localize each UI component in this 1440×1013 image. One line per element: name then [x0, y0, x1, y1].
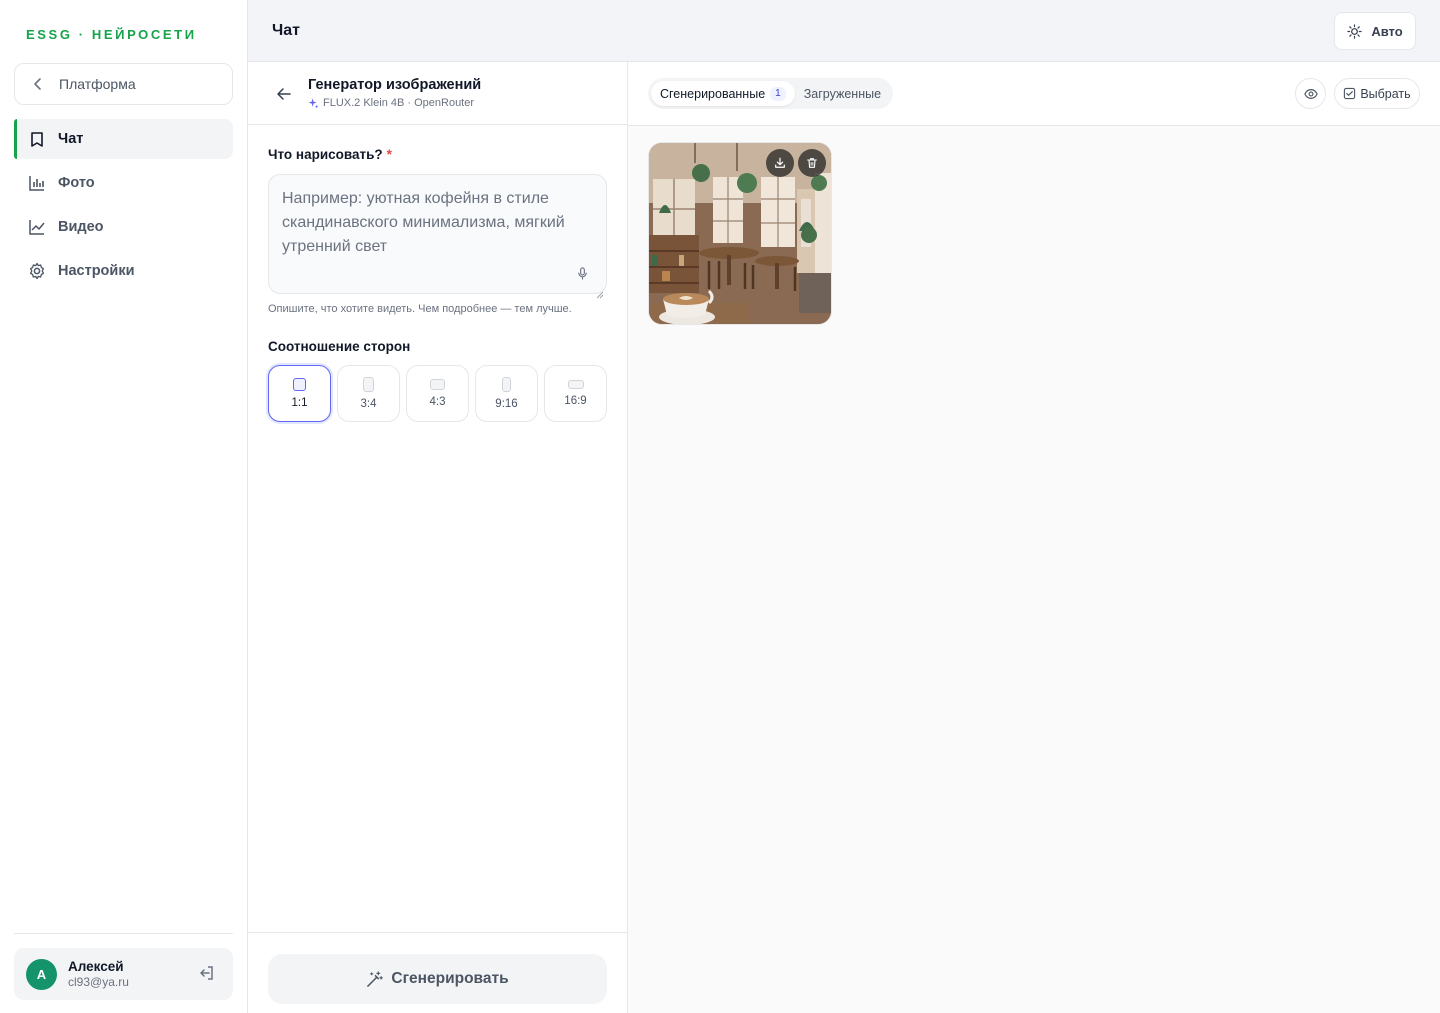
download-button[interactable]: [766, 149, 794, 177]
generate-button-label: Сгенерировать: [391, 970, 509, 987]
gallery-panel: Сгенерированные 1 Загруженные Выбрать: [628, 62, 1440, 1013]
prompt-helper-text: Опишите, что хотите видеть. Чем подробне…: [268, 303, 572, 315]
model-info: FLUX.2 Klein 4B · OpenRouter: [308, 97, 474, 109]
eye-icon: [1303, 87, 1318, 101]
avatar: A: [26, 958, 57, 990]
aspect-ratio-options: 1:1 3:4 4:3 9:16 16:9: [268, 365, 607, 422]
ratio-16-9-icon: [567, 380, 584, 389]
user-card: A Алексей cl93@ya.ru: [14, 948, 233, 1000]
sidebar: ESSG · НЕЙРОСЕТИ Платформа Чат Фото Виде…: [0, 0, 248, 1013]
topbar: Чат Авто: [248, 0, 1440, 62]
ratio-4-3-icon: [430, 379, 445, 390]
user-email: cl93@ya.ru: [68, 974, 129, 989]
sidebar-divider: [14, 933, 233, 934]
page-title: Чат: [272, 22, 300, 39]
generator-panel: Генератор изображений FLUX.2 Klein 4B · …: [248, 62, 628, 1013]
prompt-label: Что нарисовать? *: [268, 147, 392, 162]
ratio-9-16-icon: [502, 377, 511, 392]
platform-back-button[interactable]: Платформа: [14, 63, 233, 105]
ratio-option-9-16[interactable]: 9:16: [475, 365, 538, 422]
line-chart-icon: [28, 218, 46, 236]
select-button[interactable]: Выбрать: [1334, 78, 1420, 109]
sun-icon: [1347, 23, 1362, 39]
prompt-placeholder: Например: уютная кофейня в стиле скандин…: [282, 190, 565, 255]
ratio-label: 4:3: [429, 396, 446, 408]
model-label: FLUX.2 Klein 4B · OpenRouter: [323, 97, 475, 109]
generated-image-card[interactable]: [648, 142, 832, 325]
sparkles-icon: [308, 97, 319, 109]
ratio-label: 9:16: [495, 398, 518, 410]
sidebar-nav: Чат Фото Видео Настройки: [14, 119, 233, 295]
ratio-option-16-9[interactable]: 16:9: [544, 365, 607, 422]
sidebar-item-settings[interactable]: Настройки: [14, 251, 233, 291]
ratio-option-3-4[interactable]: 3:4: [337, 365, 400, 422]
gear-icon: [28, 262, 46, 280]
gallery-header: Сгенерированные 1 Загруженные Выбрать: [628, 62, 1440, 126]
ratio-option-1-1[interactable]: 1:1: [268, 365, 331, 422]
sidebar-item-label: Видео: [58, 219, 104, 235]
brand-logo: ESSG · НЕЙРОСЕТИ: [26, 27, 197, 42]
tool-title: Генератор изображений: [308, 77, 482, 93]
sidebar-item-label: Настройки: [58, 263, 135, 279]
sidebar-item-video[interactable]: Видео: [14, 207, 233, 247]
panel-header: Генератор изображений FLUX.2 Klein 4B · …: [248, 62, 627, 125]
sidebar-item-label: Фото: [58, 175, 95, 191]
panel-footer: Сгенерировать: [248, 932, 627, 1013]
sidebar-item-photo[interactable]: Фото: [14, 163, 233, 203]
logout-icon[interactable]: [199, 965, 215, 981]
ratio-label: 1:1: [291, 397, 308, 409]
download-icon: [774, 157, 786, 169]
book-icon: [28, 130, 46, 148]
preview-toggle-button[interactable]: [1295, 78, 1326, 109]
platform-back-label: Платформа: [59, 76, 136, 92]
tab-label: Сгенерированные: [660, 86, 766, 101]
image-actions: [766, 149, 826, 177]
ratio-label: 3:4: [360, 398, 377, 410]
ratio-1-1-icon: [293, 378, 306, 391]
chevron-left-icon: [31, 77, 45, 91]
tab-generated[interactable]: Сгенерированные 1: [651, 81, 795, 106]
checkbox-icon: [1343, 87, 1356, 100]
prompt-input[interactable]: Например: уютная кофейня в стиле скандин…: [268, 174, 607, 299]
gallery-tabs: Сгенерированные 1 Загруженные: [648, 78, 894, 109]
theme-toggle-label: Авто: [1371, 23, 1403, 39]
ratio-option-4-3[interactable]: 4:3: [406, 365, 469, 422]
tab-label: Загруженные: [803, 86, 882, 101]
sidebar-item-chat[interactable]: Чат: [14, 119, 233, 159]
select-button-label: Выбрать: [1360, 86, 1411, 101]
ratio-label: 16:9: [564, 395, 587, 407]
sidebar-item-label: Чат: [58, 131, 84, 147]
microphone-icon[interactable]: [576, 264, 589, 280]
trash-icon: [806, 157, 818, 169]
ratio-3-4-icon: [363, 377, 374, 392]
tab-uploaded[interactable]: Загруженные: [795, 81, 890, 106]
user-name: Алексей: [68, 958, 124, 974]
delete-button[interactable]: [798, 149, 826, 177]
resize-handle[interactable]: [596, 283, 604, 299]
magic-wand-icon: [366, 970, 384, 988]
arrow-left-icon[interactable]: [276, 86, 292, 102]
theme-toggle-button[interactable]: Авто: [1334, 12, 1416, 50]
bar-chart-icon: [28, 174, 46, 192]
generate-button[interactable]: Сгенерировать: [268, 954, 607, 1004]
aspect-ratio-label: Соотношение сторон: [268, 339, 411, 354]
count-badge: 1: [770, 86, 786, 101]
required-mark: *: [386, 147, 392, 162]
